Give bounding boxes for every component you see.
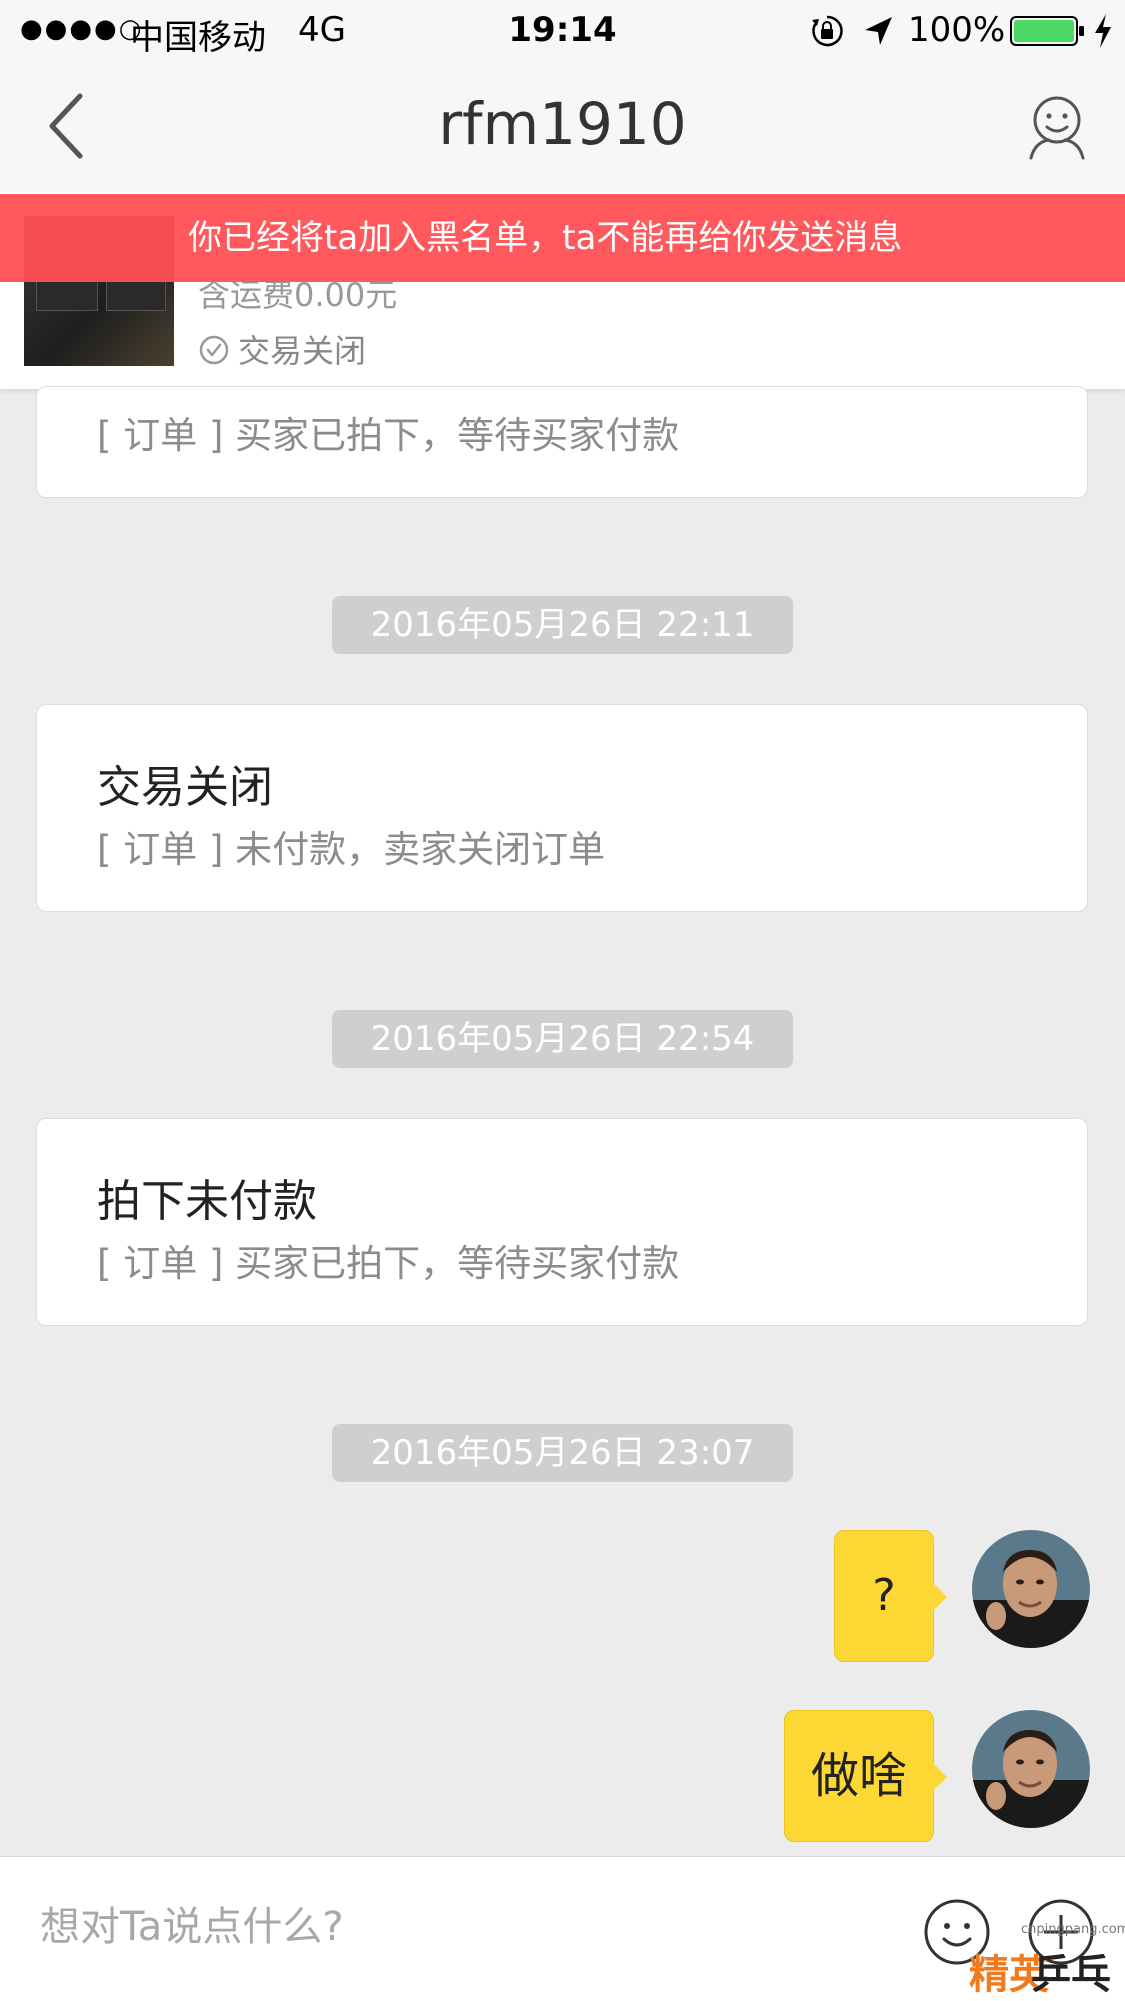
- watermark-text: 乒乓网: [1031, 1952, 1111, 1998]
- location-arrow-icon: [865, 17, 892, 45]
- order-card-description: [ 订单 ] 未付款，卖家关闭订单: [97, 828, 606, 871]
- chat-bubble-text: ?: [872, 1570, 896, 1621]
- order-message-card[interactable]: 拍下未付款 [ 订单 ] 买家已拍下，等待买家付款: [36, 1118, 1088, 1326]
- chat-bubble[interactable]: ?: [834, 1530, 947, 1662]
- order-message-card[interactable]: 交易关闭 [ 订单 ] 未付款，卖家关闭订单: [36, 704, 1088, 912]
- order-card-title: 交易关闭: [97, 762, 273, 813]
- watermark-url: cnpingpang.com: [1021, 1922, 1125, 1937]
- site-watermark: cnpingpang.com 精英 乒乓网: [945, 1918, 1125, 2001]
- user-avatar[interactable]: [972, 1710, 1090, 1828]
- battery-percentage: 100%: [908, 10, 1006, 50]
- page-title: rfm1910: [438, 90, 687, 158]
- trade-status: 交易关闭: [238, 332, 367, 370]
- battery-icon: [1010, 16, 1084, 46]
- order-card-description: [ 订单 ] 买家已拍下，等待买家付款: [97, 414, 680, 457]
- user-avatar[interactable]: [972, 1530, 1090, 1648]
- bubble-tail: [933, 1583, 947, 1611]
- bubble-tail: [933, 1763, 947, 1791]
- orientation-lock-icon: [812, 15, 843, 47]
- chat-bubble-text: 做啥: [810, 1748, 907, 1804]
- profile-icon[interactable]: [1026, 92, 1088, 160]
- charging-bolt-icon: [1095, 14, 1111, 48]
- order-message-card[interactable]: [ 订单 ] 买家已拍下，等待买家付款: [36, 386, 1088, 498]
- message-input[interactable]: [40, 1895, 880, 1959]
- blacklist-notice-banner: 你已经将ta加入黑名单，ta不能再给你发送消息: [0, 194, 1125, 282]
- order-card-title: 拍下未付款: [97, 1176, 317, 1227]
- navigation-bar: rfm1910: [0, 64, 1125, 192]
- status-bar: ●●●●○ 中国移动 4G 19:14 100%: [0, 0, 1125, 64]
- check-circle-icon: [199, 335, 229, 365]
- message-timestamp: 2016年05月26日 22:54: [332, 1010, 793, 1068]
- chat-bubble[interactable]: 做啥: [784, 1710, 947, 1842]
- message-timestamp: 2016年05月26日 22:11: [332, 596, 793, 654]
- order-card-description: [ 订单 ] 买家已拍下，等待买家付款: [97, 1242, 680, 1285]
- message-timestamp: 2016年05月26日 23:07: [332, 1424, 793, 1482]
